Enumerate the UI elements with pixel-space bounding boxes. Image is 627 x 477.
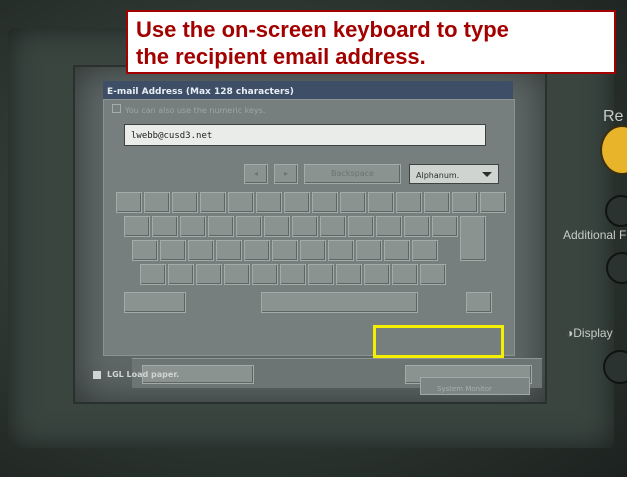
key[interactable] [236, 216, 262, 237]
key[interactable] [328, 240, 354, 261]
backspace-button[interactable]: Backspace [304, 164, 401, 184]
key[interactable] [280, 264, 306, 285]
key[interactable] [404, 216, 430, 237]
key[interactable] [356, 240, 382, 261]
highlight-box [373, 325, 504, 358]
key[interactable] [396, 192, 422, 213]
key[interactable] [116, 192, 142, 213]
hint-label: You can also use the numeric keys. [125, 106, 266, 115]
key[interactable] [200, 192, 226, 213]
system-monitor-button[interactable]: System Monitor [420, 377, 530, 395]
keyboard-panel: You can also use the numeric keys. lwebb… [103, 99, 542, 388]
cursor-left-button[interactable]: ◂ [244, 164, 268, 184]
key[interactable] [144, 192, 170, 213]
key[interactable] [132, 240, 158, 261]
key[interactable] [424, 192, 450, 213]
key[interactable] [368, 192, 394, 213]
paper-icon [93, 370, 101, 379]
callout-line-2: the recipient email address. [136, 44, 426, 69]
email-input[interactable]: lwebb@cusd3.net [124, 124, 486, 146]
key[interactable] [152, 216, 178, 237]
key[interactable] [252, 264, 278, 285]
key[interactable] [320, 216, 346, 237]
key[interactable] [336, 264, 362, 285]
key[interactable] [244, 240, 270, 261]
key[interactable] [140, 264, 166, 285]
input-mode-select[interactable]: Alphanum. [409, 164, 499, 184]
key[interactable] [432, 216, 458, 237]
dialog-title-bar: E-mail Address (Max 128 characters) [103, 81, 513, 99]
key[interactable] [292, 216, 318, 237]
input-mode-label: Alphanum. [416, 171, 460, 180]
side-label-re: Re [603, 108, 624, 125]
key[interactable] [392, 264, 418, 285]
callout-line-1: Use the on-screen keyboard to type [136, 17, 509, 42]
instruction-callout: Use the on-screen keyboard to type the r… [126, 10, 616, 74]
key[interactable] [384, 240, 410, 261]
key[interactable] [172, 192, 198, 213]
key[interactable] [188, 240, 214, 261]
chevron-down-icon [482, 172, 492, 177]
key[interactable] [228, 192, 254, 213]
key[interactable] [196, 264, 222, 285]
enter-key[interactable] [460, 216, 486, 261]
dialog-title: E-mail Address (Max 128 characters) [107, 87, 294, 97]
key[interactable] [480, 192, 506, 213]
email-value: lwebb@cusd3.net [131, 131, 213, 141]
key[interactable] [224, 264, 250, 285]
key[interactable] [264, 216, 290, 237]
display-label: ◑Display [566, 326, 613, 340]
key[interactable] [284, 192, 310, 213]
key[interactable] [308, 264, 334, 285]
info-icon [112, 104, 121, 113]
key[interactable] [272, 240, 298, 261]
space-key[interactable] [261, 292, 418, 313]
hint-text: You can also use the numeric keys. [112, 104, 265, 115]
status-line: LGL Load paper. [93, 370, 179, 379]
key[interactable] [208, 216, 234, 237]
cursor-right-button[interactable]: ▸ [274, 164, 298, 184]
key[interactable] [216, 240, 242, 261]
key[interactable] [124, 216, 150, 237]
key[interactable] [364, 264, 390, 285]
key[interactable] [312, 192, 338, 213]
key[interactable] [412, 240, 438, 261]
shift-key[interactable] [124, 292, 186, 313]
side-label-additional: Additional F [563, 228, 627, 242]
key[interactable] [466, 292, 492, 313]
key[interactable] [160, 240, 186, 261]
key[interactable] [168, 264, 194, 285]
system-monitor-label: System Monitor [437, 385, 492, 393]
key[interactable] [376, 216, 402, 237]
status-message: LGL Load paper. [107, 370, 180, 379]
key[interactable] [300, 240, 326, 261]
key[interactable] [452, 192, 478, 213]
key[interactable] [420, 264, 446, 285]
side-label-display: Display [573, 326, 613, 340]
key[interactable] [256, 192, 282, 213]
key[interactable] [180, 216, 206, 237]
key[interactable] [348, 216, 374, 237]
key[interactable] [340, 192, 366, 213]
